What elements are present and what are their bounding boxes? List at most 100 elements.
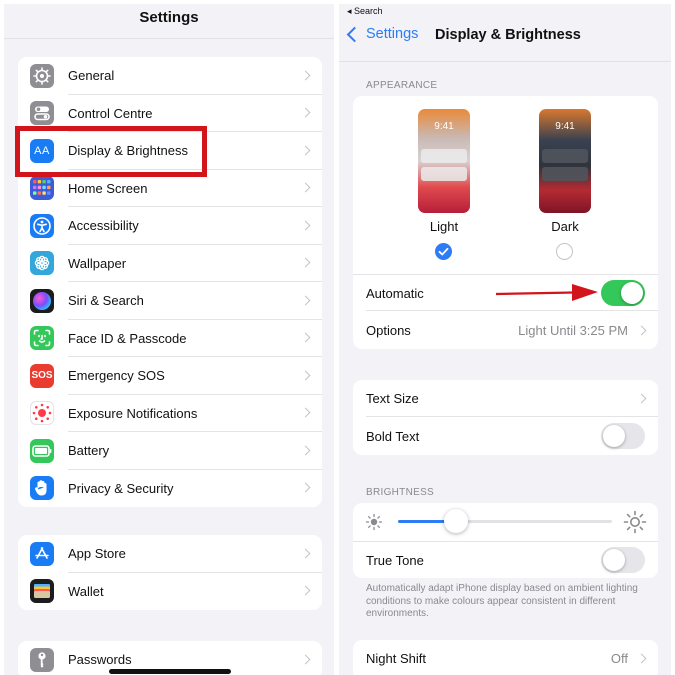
hand-icon — [30, 476, 54, 501]
highlight-box — [15, 126, 207, 177]
brightness-slider[interactable] — [398, 509, 612, 533]
settings-row-label: Privacy & Security — [68, 480, 174, 496]
settings-row[interactable]: Wallet — [18, 573, 322, 611]
settings-title: Settings — [139, 9, 199, 26]
accessibility-icon — [30, 213, 54, 238]
brightness-group: True Tone — [353, 503, 658, 578]
settings-row[interactable]: App Store — [18, 535, 322, 573]
settings-row-label: General — [68, 68, 115, 84]
settings-row-label: Control Centre — [68, 105, 153, 121]
face-id-icon — [30, 326, 54, 351]
true-tone-row: True Tone — [353, 541, 658, 578]
light-radio-selected[interactable] — [435, 243, 452, 260]
siri-icon — [30, 288, 54, 313]
settings-row-label: Exposure Notifications — [68, 405, 198, 421]
chevron-right-icon — [300, 548, 311, 559]
dark-mode-preview[interactable]: 9:41 — [539, 109, 591, 213]
settings-row-label: Passwords — [68, 652, 132, 668]
night-shift-value: Off — [610, 651, 628, 666]
chevron-right-icon — [300, 407, 311, 418]
settings-row[interactable]: Exposure Notifications — [18, 395, 322, 432]
settings-row[interactable]: Battery — [18, 432, 322, 470]
options-row[interactable]: Options Light Until 3:25 PM — [353, 312, 658, 349]
settings-row[interactable]: Face ID & Passcode — [18, 320, 322, 357]
exposure-icon — [30, 401, 54, 426]
settings-row-label: App Store — [68, 546, 126, 562]
chevron-right-icon — [300, 445, 311, 456]
settings-panel: Settings General Control Centre AA Display … — [4, 4, 334, 675]
status-back-link[interactable]: ◂ Search — [347, 6, 383, 17]
bold-text-toggle[interactable] — [601, 423, 645, 449]
chevron-right-icon — [300, 332, 311, 343]
back-button[interactable]: Settings — [345, 26, 418, 42]
back-chevron-icon — [346, 26, 363, 42]
settings-row-label: Battery — [68, 443, 110, 459]
chevron-right-icon — [636, 325, 647, 336]
preview-notification — [542, 167, 588, 181]
text-size-row[interactable]: Text Size — [353, 380, 658, 417]
preview-time-light: 9:41 — [434, 121, 454, 132]
settings-row[interactable]: Wallpaper — [18, 245, 322, 282]
bold-text-label: Bold Text — [366, 429, 420, 444]
nav-divider — [339, 61, 671, 62]
key-icon — [30, 647, 54, 672]
sun-large-icon — [623, 510, 647, 534]
wallet-icon — [30, 579, 54, 604]
brightness-slider-thumb[interactable] — [443, 509, 468, 533]
settings-row[interactable]: Siri & Search — [18, 282, 322, 320]
chevron-right-icon — [300, 482, 311, 493]
settings-row-label: Accessibility — [68, 218, 139, 234]
chevron-right-icon — [300, 220, 311, 231]
dark-label: Dark — [551, 219, 579, 234]
chevron-right-icon — [300, 295, 311, 306]
preview-notification — [421, 167, 467, 181]
chevron-right-icon — [300, 107, 311, 118]
preview-notification — [542, 149, 588, 163]
settings-group-main: General Control Centre AA Display & Brightn… — [18, 57, 322, 507]
back-label: Settings — [366, 26, 419, 42]
dark-radio[interactable] — [556, 243, 573, 260]
text-group: Text Size Bold Text — [353, 380, 658, 455]
chevron-right-icon — [300, 654, 311, 665]
checkmark-icon — [438, 247, 449, 256]
automatic-label: Automatic — [366, 286, 424, 301]
red-arrow-annotation — [495, 284, 598, 301]
chevron-right-icon — [300, 145, 311, 156]
settings-row[interactable]: General — [18, 57, 322, 95]
night-shift-group: Night Shift Off — [353, 640, 658, 675]
flower-icon — [30, 251, 54, 276]
settings-row-label: Home Screen — [68, 180, 148, 196]
page-title: Display & Brightness — [435, 27, 581, 43]
light-mode-preview[interactable]: 9:41 — [418, 109, 470, 213]
settings-row-label: Wallpaper — [68, 255, 127, 271]
chevron-right-icon — [300, 70, 311, 81]
options-label: Options — [366, 323, 411, 338]
settings-row[interactable]: Accessibility — [18, 207, 322, 245]
options-value: Light Until 3:25 PM — [518, 323, 628, 338]
chevron-right-icon — [636, 393, 647, 404]
settings-row-label: Wallet — [68, 583, 104, 599]
automatic-toggle[interactable] — [601, 280, 645, 306]
settings-row-label: Face ID & Passcode — [68, 330, 187, 346]
home-grid-icon — [30, 176, 54, 201]
true-tone-label: True Tone — [366, 553, 424, 568]
sun-small-icon — [365, 513, 383, 531]
night-shift-row[interactable]: Night Shift Off — [353, 640, 658, 675]
bold-text-row: Bold Text — [353, 418, 658, 455]
battery-icon — [30, 438, 54, 463]
chevron-right-icon — [300, 585, 311, 596]
brightness-header: BRIGHTNESS — [366, 487, 435, 498]
app-store-icon — [30, 541, 54, 566]
settings-row[interactable]: SOS Emergency SOS — [18, 357, 322, 395]
settings-row-label: Emergency SOS — [68, 368, 165, 384]
toggles-icon — [30, 101, 54, 126]
light-label: Light — [429, 219, 459, 234]
true-tone-toggle[interactable] — [601, 547, 645, 573]
true-tone-footnote: Automatically adapt iPhone display based… — [366, 583, 638, 619]
settings-row[interactable]: Privacy & Security — [18, 470, 322, 508]
chevron-right-icon — [300, 370, 311, 381]
home-indicator — [109, 669, 231, 674]
chevron-right-icon — [636, 653, 647, 664]
appearance-header: APPEARANCE — [366, 80, 438, 91]
preview-time-dark: 9:41 — [555, 121, 575, 132]
